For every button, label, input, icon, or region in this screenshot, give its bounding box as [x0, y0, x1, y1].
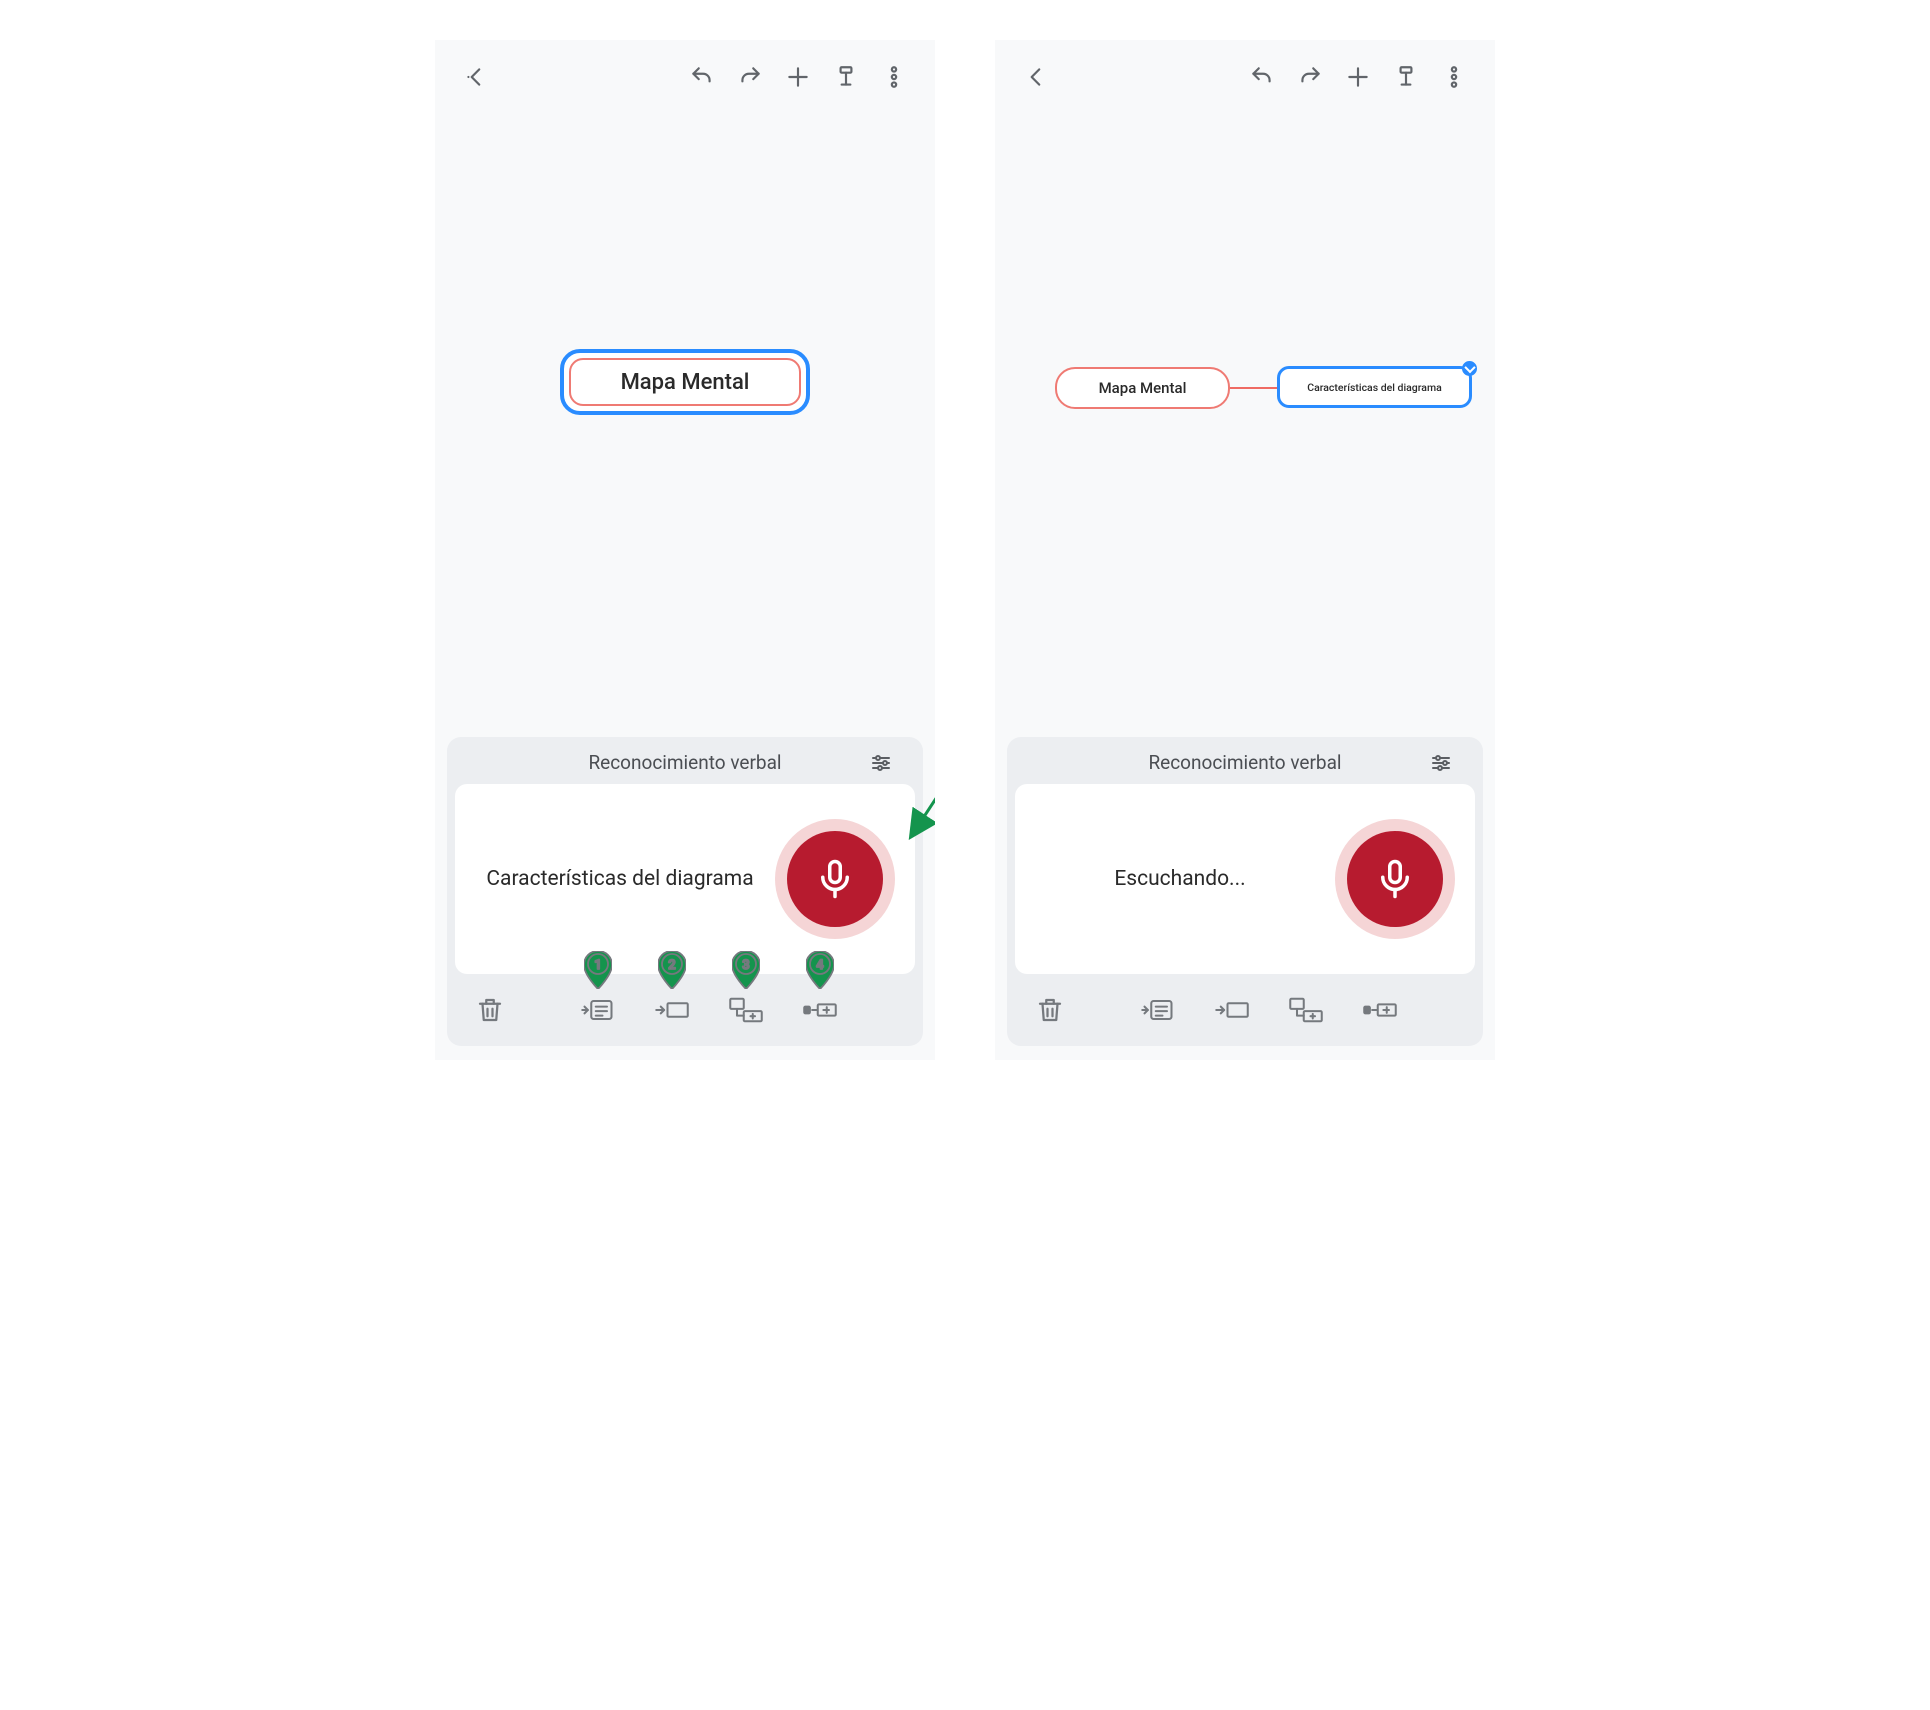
voice-footer [1015, 974, 1475, 1038]
undo-button[interactable] [683, 58, 721, 96]
insert-sibling-button[interactable] [1209, 991, 1255, 1029]
root-node[interactable]: Mapa Mental [1055, 367, 1230, 409]
recognized-text: Escuchando... [1035, 865, 1335, 893]
annotation-pin-1: 1 [584, 951, 612, 989]
insert-child-button[interactable] [1283, 991, 1329, 1029]
node-label: Características del diagrama [1307, 381, 1442, 394]
voice-panel: Reconocimiento verbal Escuchando... [1007, 737, 1483, 1046]
redo-button[interactable] [1291, 58, 1329, 96]
mic-halo [1335, 819, 1455, 939]
delete-button[interactable] [467, 991, 513, 1029]
voice-settings-button[interactable] [1429, 751, 1457, 779]
recognized-text: Características del diagrama [475, 865, 775, 893]
annotation-pin-2: 2 [658, 951, 686, 989]
delete-button[interactable] [1027, 991, 1073, 1029]
voice-panel-title: Reconocimiento verbal [588, 751, 781, 774]
svg-text:4: 4 [816, 958, 824, 973]
svg-text:1: 1 [594, 958, 601, 973]
voice-body: Características del diagrama [455, 784, 915, 974]
screen-right: Mapa Mental Características del diagrama… [995, 40, 1495, 1060]
node-link [1230, 387, 1277, 389]
selected-node[interactable]: Mapa Mental [560, 349, 810, 415]
insert-note-button[interactable]: 1 [575, 991, 621, 1029]
more-button[interactable] [1435, 58, 1473, 96]
format-button[interactable] [827, 58, 865, 96]
expand-handle-icon[interactable] [1462, 361, 1477, 376]
svg-text:2: 2 [668, 958, 675, 973]
insert-child-button[interactable]: 3 [723, 991, 769, 1029]
back-button[interactable] [457, 58, 495, 96]
voice-panel: Reconocimiento verbal Características de… [447, 737, 923, 1046]
voice-settings-button[interactable] [869, 751, 897, 779]
insert-note-button[interactable] [1135, 991, 1181, 1029]
mic-button[interactable] [1347, 831, 1443, 927]
mic-button[interactable] [787, 831, 883, 927]
insert-floating-button[interactable] [1357, 991, 1403, 1029]
add-button[interactable] [779, 58, 817, 96]
redo-button[interactable] [731, 58, 769, 96]
top-toolbar [435, 40, 935, 114]
top-toolbar [995, 40, 1495, 114]
voice-panel-title: Reconocimiento verbal [1148, 751, 1341, 774]
screen-left: Mapa Mental Reconocimiento verbal Caract… [435, 40, 935, 1060]
undo-button[interactable] [1243, 58, 1281, 96]
insert-sibling-button[interactable]: 2 [649, 991, 695, 1029]
more-button[interactable] [875, 58, 913, 96]
add-button[interactable] [1339, 58, 1377, 96]
node-label: Mapa Mental [569, 358, 801, 406]
annotation-pin-3: 3 [732, 951, 760, 989]
insert-floating-button[interactable]: 4 [797, 991, 843, 1029]
svg-text:3: 3 [742, 958, 749, 973]
mindmap-canvas[interactable]: Mapa Mental Características del diagrama [995, 114, 1495, 674]
format-button[interactable] [1387, 58, 1425, 96]
node-label: Mapa Mental [1099, 379, 1187, 397]
annotation-pin-4: 4 [806, 951, 834, 989]
mic-halo [775, 819, 895, 939]
mindmap-canvas[interactable]: Mapa Mental [435, 114, 935, 674]
voice-body: Escuchando... [1015, 784, 1475, 974]
back-button[interactable] [1017, 58, 1055, 96]
child-node[interactable]: Características del diagrama [1277, 366, 1472, 408]
voice-footer: 1 2 3 4 [455, 974, 915, 1038]
